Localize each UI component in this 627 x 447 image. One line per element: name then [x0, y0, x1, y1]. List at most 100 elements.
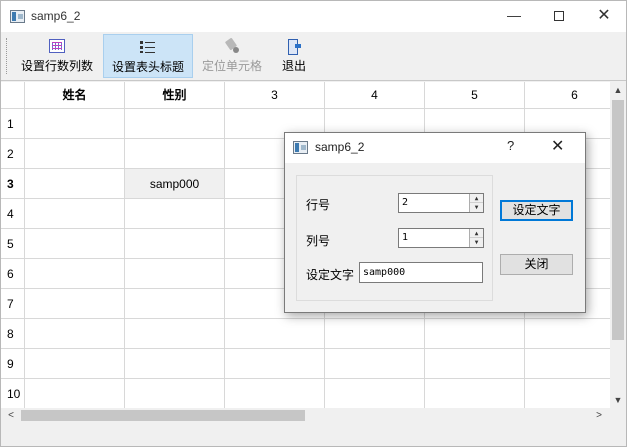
table-cell[interactable] — [25, 349, 125, 379]
row-spin-buttons: ▲ ▼ — [469, 194, 483, 212]
column-header[interactable]: 6 — [525, 82, 610, 109]
table-cell[interactable] — [125, 199, 225, 229]
table-cell[interactable] — [125, 289, 225, 319]
set-header-title-label: 设置表头标题 — [111, 60, 184, 74]
table-cell[interactable] — [25, 109, 125, 139]
table-cell[interactable] — [25, 199, 125, 229]
exit-label: 退出 — [281, 59, 306, 73]
scroll-corner — [610, 408, 626, 423]
table-cell[interactable] — [25, 289, 125, 319]
row-header[interactable]: 8 — [1, 319, 25, 349]
vertical-scrollbar[interactable]: ▲ ▼ — [610, 82, 626, 408]
table-cell[interactable] — [125, 379, 225, 408]
set-row-col-count-button[interactable]: 设置行数列数 — [15, 34, 99, 78]
title-bar: samp6_2 — ✕ — [1, 1, 626, 32]
row-header[interactable]: 1 — [1, 109, 25, 139]
column-header[interactable]: 姓名 — [25, 82, 125, 109]
scroll-up-icon[interactable]: ▲ — [610, 82, 626, 98]
row-header[interactable]: 2 — [1, 139, 25, 169]
table-corner-button[interactable] — [1, 82, 25, 109]
grid-icon — [49, 39, 65, 53]
table-cell[interactable] — [125, 229, 225, 259]
table-cell[interactable] — [525, 349, 610, 379]
spin-up-icon[interactable]: ▲ — [470, 229, 483, 238]
close-button[interactable]: ✕ — [581, 1, 627, 32]
column-header[interactable]: 5 — [425, 82, 525, 109]
table-cell[interactable] — [525, 379, 610, 408]
locate-cell-button[interactable]: 定位单元格 — [197, 34, 267, 78]
row-header[interactable]: 6 — [1, 259, 25, 289]
table-cell[interactable] — [125, 109, 225, 139]
table-cell[interactable] — [25, 169, 125, 199]
dialog-close-icon[interactable]: ✕ — [551, 136, 564, 156]
spin-up-icon[interactable]: ▲ — [470, 194, 483, 203]
dialog-app-icon — [293, 141, 308, 154]
table-cell[interactable] — [425, 319, 525, 349]
maximize-button[interactable] — [536, 1, 582, 32]
table-cell[interactable]: samp000 — [125, 169, 225, 199]
toolbar: 设置行数列数 设置表头标题 定位单元格 退出 — [1, 32, 626, 81]
table-cell[interactable] — [25, 139, 125, 169]
table-cell[interactable] — [25, 229, 125, 259]
dialog-close-button[interactable]: 关闭 — [500, 254, 573, 275]
main-window: samp6_2 — ✕ 设置行数列数 设置表头标题 定位单元格 退出 姓名 性别… — [0, 0, 627, 447]
text-input[interactable]: samp000 — [359, 262, 483, 283]
col-spin-buttons: ▲ ▼ — [469, 229, 483, 247]
exit-icon — [286, 39, 302, 55]
scroll-right-icon[interactable]: > — [591, 408, 607, 423]
table-cell[interactable] — [525, 319, 610, 349]
horizontal-scroll-thumb[interactable] — [21, 410, 305, 421]
col-number-label: 列号 — [306, 234, 331, 248]
table-cell[interactable] — [25, 319, 125, 349]
table-cell[interactable] — [225, 349, 325, 379]
row-number-spinbox[interactable]: 2 ▲ ▼ — [398, 193, 484, 213]
column-header[interactable]: 3 — [225, 82, 325, 109]
table-cell[interactable] — [125, 349, 225, 379]
table-cell[interactable] — [325, 319, 425, 349]
minimize-button[interactable]: — — [491, 1, 537, 32]
dialog-title: samp6_2 — [315, 140, 365, 154]
table-cell[interactable] — [125, 319, 225, 349]
table-cell[interactable] — [225, 379, 325, 408]
horizontal-scrollbar[interactable]: < > — [1, 408, 610, 423]
row-header[interactable]: 7 — [1, 289, 25, 319]
set-text-button[interactable]: 设定文字 — [500, 200, 573, 221]
locate-icon — [224, 39, 240, 53]
row-header[interactable]: 10 — [1, 379, 25, 408]
row-header[interactable]: 5 — [1, 229, 25, 259]
scroll-down-icon[interactable]: ▼ — [610, 392, 626, 408]
col-number-spinbox[interactable]: 1 ▲ ▼ — [398, 228, 484, 248]
spin-down-icon[interactable]: ▼ — [470, 203, 483, 212]
exit-button[interactable]: 退出 — [275, 34, 313, 78]
table-cell[interactable] — [225, 319, 325, 349]
row-header[interactable]: 3 — [1, 169, 25, 199]
table-cell[interactable] — [125, 139, 225, 169]
toolbar-grip[interactable] — [6, 38, 9, 74]
dialog-title-bar: samp6_2 ? ✕ — [285, 133, 585, 163]
row-number-label: 行号 — [306, 198, 331, 212]
table-cell[interactable] — [325, 349, 425, 379]
row-header[interactable]: 9 — [1, 349, 25, 379]
vertical-scroll-thumb[interactable] — [612, 100, 624, 340]
help-icon[interactable]: ? — [507, 138, 514, 153]
table-cell[interactable] — [425, 379, 525, 408]
column-header[interactable]: 4 — [325, 82, 425, 109]
set-header-title-button[interactable]: 设置表头标题 — [103, 34, 193, 78]
table-cell[interactable] — [25, 259, 125, 289]
table-cell[interactable] — [25, 379, 125, 408]
row-header[interactable]: 4 — [1, 199, 25, 229]
set-row-col-count-label: 设置行数列数 — [20, 59, 93, 73]
list-icon — [140, 40, 156, 54]
table-cell[interactable] — [125, 259, 225, 289]
status-bar — [1, 423, 626, 446]
scroll-left-icon[interactable]: < — [3, 408, 19, 423]
spin-down-icon[interactable]: ▼ — [470, 238, 483, 247]
row-number-value: 2 — [402, 197, 409, 208]
table-cell[interactable] — [425, 349, 525, 379]
maximize-icon — [554, 11, 564, 22]
column-header[interactable]: 性别 — [125, 82, 225, 109]
app-icon — [10, 10, 25, 23]
set-text-label: 设定文字 — [306, 268, 355, 282]
table-cell[interactable] — [325, 379, 425, 408]
locate-cell-label: 定位单元格 — [201, 59, 262, 73]
